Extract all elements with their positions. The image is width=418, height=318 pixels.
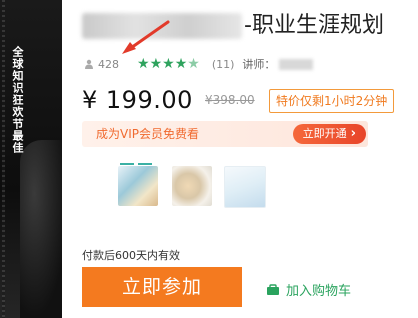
teacher-label: 讲师： xyxy=(242,58,276,71)
star-half-icon: ★ xyxy=(187,56,200,72)
cart-icon xyxy=(267,283,279,295)
vip-button-label: 立即开通 xyxy=(302,127,347,140)
cover-person-silhouette xyxy=(20,140,62,318)
flash-sale-badge: 特价仅剩1小时2分钟 xyxy=(269,89,395,113)
course-stats-row: 428 ★ ★ ★ ★ ★ (11) 讲师： xyxy=(84,56,314,72)
rating-stars: ★ ★ ★ ★ ★ xyxy=(137,57,200,71)
star-icon: ★ xyxy=(174,56,188,72)
blurred-teacher-name[interactable] xyxy=(279,58,314,70)
course-thumbnail[interactable] xyxy=(118,166,158,206)
cover-texture xyxy=(2,0,5,318)
vip-subscribe-button[interactable]: 立即开通 › xyxy=(292,124,366,144)
red-annotation-arrow-icon xyxy=(122,20,170,54)
validity-note: 付款后600天内有效 xyxy=(82,249,180,262)
course-thumbnail[interactable] xyxy=(172,166,212,206)
course-cover-image: 全球知识狂欢节最佳 xyxy=(0,0,62,318)
vip-banner[interactable]: 成为VIP会员免费看 立即开通 › xyxy=(82,121,368,147)
add-to-cart-label: 加入购物车 xyxy=(286,284,352,299)
user-icon xyxy=(85,59,93,69)
title-suffix: -职业生涯规划 xyxy=(244,13,384,38)
star-icon: ★ xyxy=(149,56,163,72)
join-button[interactable]: 立即参加 xyxy=(82,267,242,307)
add-to-cart-button[interactable]: 加入购物车 xyxy=(266,280,351,299)
chevron-right-icon: › xyxy=(350,126,356,141)
student-count: 428 xyxy=(98,57,119,71)
cover-vertical-text: 全球知识狂欢节最佳 xyxy=(11,46,24,154)
vip-banner-text: 成为VIP会员免费看 xyxy=(96,127,199,141)
course-thumbnail[interactable] xyxy=(224,166,266,208)
star-icon: ★ xyxy=(162,56,175,72)
rating-count[interactable]: (11) xyxy=(212,58,235,71)
original-price: ¥398.00 xyxy=(205,93,255,107)
current-price: ¥ 199.00 xyxy=(82,86,193,114)
star-icon: ★ xyxy=(137,56,150,72)
